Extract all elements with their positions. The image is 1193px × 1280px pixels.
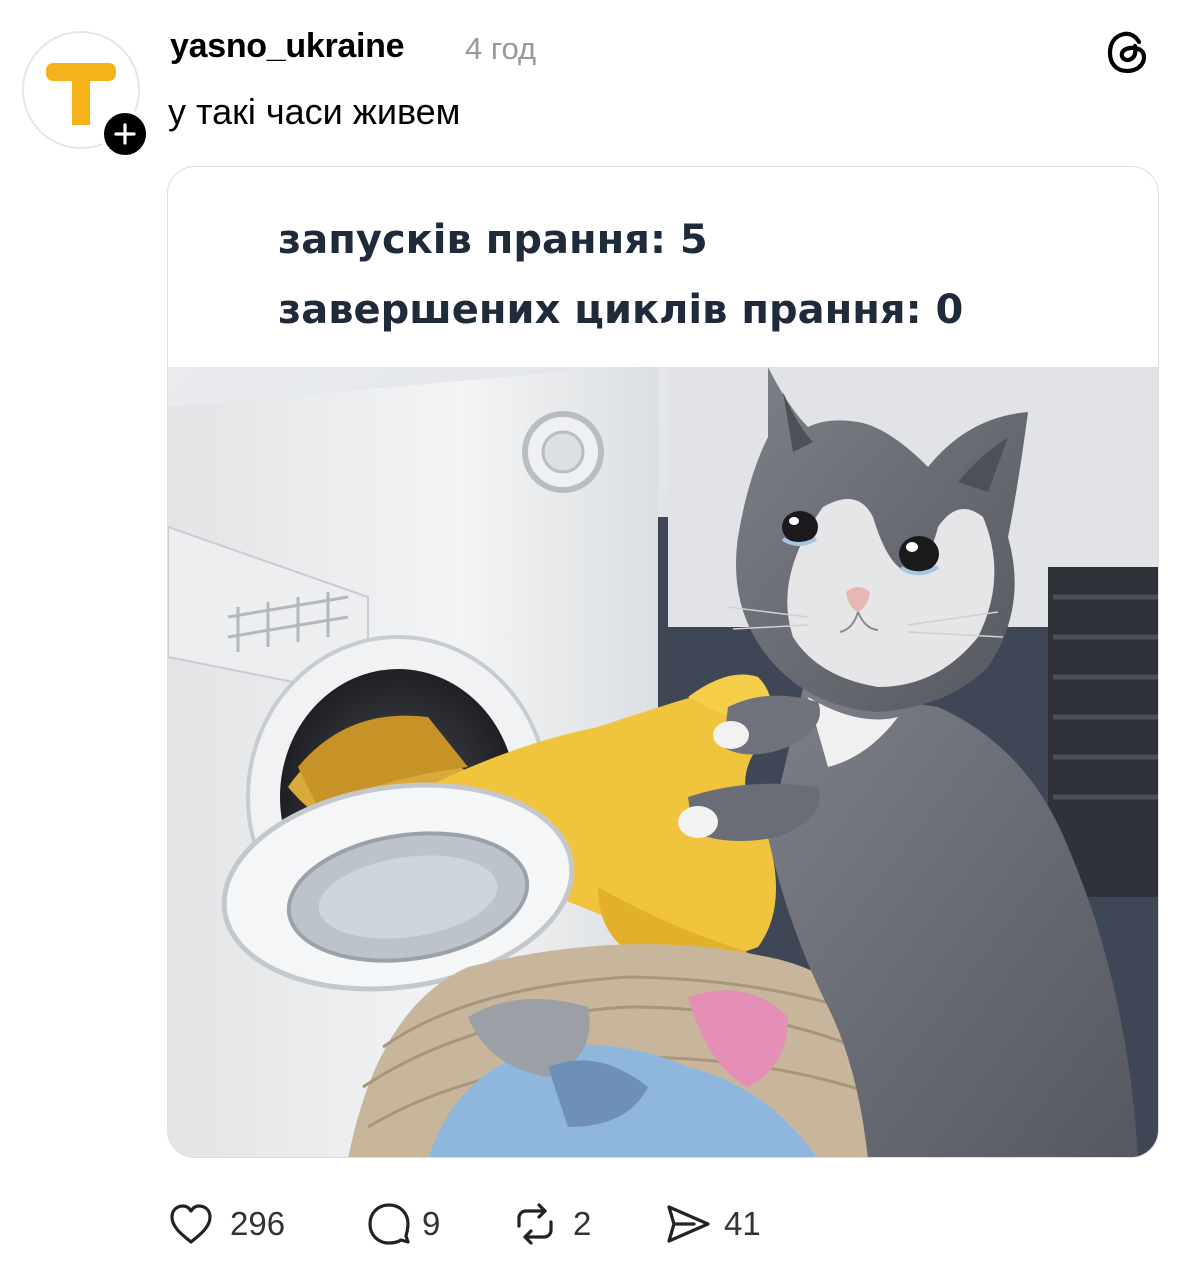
post-timestamp: 4 год [465, 31, 537, 66]
share-count: 41 [724, 1205, 761, 1242]
plus-icon [114, 123, 136, 145]
share-button[interactable]: 41 [664, 1198, 774, 1248]
post-caption: у такі часи живем [168, 91, 461, 132]
crying-cat-photo [168, 367, 1158, 1157]
like-count: 296 [230, 1205, 286, 1242]
repost-count: 2 [573, 1205, 592, 1242]
send-icon [667, 1205, 710, 1243]
reply-count: 9 [422, 1205, 441, 1242]
threads-post: yasno_ukraine 4 год у такі часи живем за… [0, 0, 1193, 1280]
post-media[interactable]: запусків прання: 5 завершених циклів пра… [167, 166, 1159, 1158]
meme-caption-line-1: запусків прання: 5 [278, 217, 708, 263]
reply-button[interactable]: 9 [366, 1198, 456, 1248]
follow-button[interactable] [100, 109, 150, 159]
comment-icon [368, 1203, 410, 1245]
like-button[interactable]: 296 [168, 1198, 298, 1248]
threads-logo-icon[interactable] [1100, 24, 1156, 80]
username-link[interactable]: yasno_ukraine [170, 27, 405, 66]
repost-icon [517, 1203, 553, 1245]
meme-caption-line-2: завершених циклів прання: 0 [278, 287, 964, 333]
heart-icon [170, 1204, 212, 1244]
repost-button[interactable]: 2 [511, 1198, 601, 1248]
